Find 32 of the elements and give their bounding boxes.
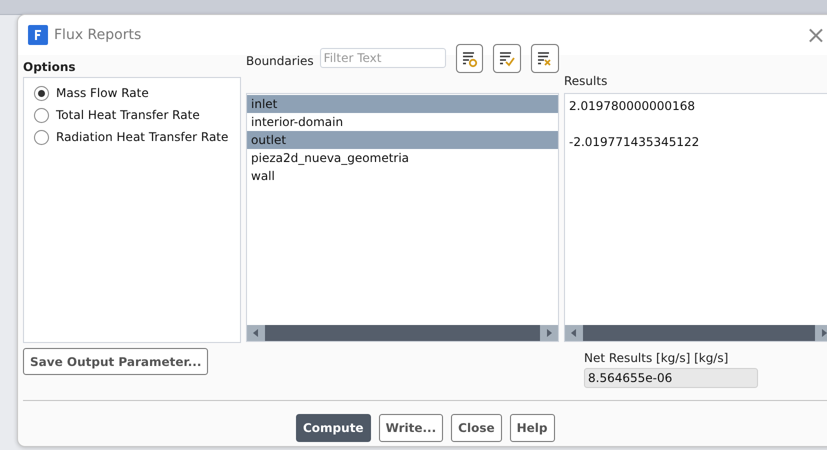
results-label: Results — [564, 73, 608, 89]
radio-button[interactable] — [34, 130, 49, 144]
list-item[interactable]: inlet — [247, 95, 558, 113]
list-item[interactable]: interior-domain — [247, 113, 558, 131]
list-item[interactable]: wall — [247, 167, 558, 185]
dialog-button[interactable]: Close — [451, 414, 502, 442]
select-all-button[interactable] — [493, 44, 522, 73]
dialog-button[interactable]: Write... — [378, 414, 444, 442]
filter-field[interactable]: Filter Text — [320, 48, 446, 68]
options-label: Options — [23, 59, 77, 75]
dialog-button[interactable]: Compute — [296, 414, 371, 442]
result-value: 2.019780000000168 — [568, 98, 696, 115]
boundaries-label: Boundaries — [246, 53, 314, 69]
list-item[interactable]: outlet — [247, 131, 558, 149]
select-filter-button[interactable] — [456, 44, 484, 73]
dialog-button[interactable]: Help — [510, 414, 555, 442]
close-button[interactable]: × — [806, 23, 826, 47]
deselect-all-button[interactable] — [531, 44, 560, 73]
list-item[interactable]: pieza2d_nueva_geometria — [247, 149, 558, 167]
radio-button[interactable] — [34, 86, 49, 100]
app-logo-icon — [28, 25, 48, 45]
net-results-field[interactable]: 8.564655e-06 — [584, 368, 758, 388]
net-results-label: Net Results [kg/s] [kg/s] — [584, 350, 730, 366]
radio-button[interactable] — [34, 108, 49, 122]
radio-label: Radiation Heat Transfer Rate — [56, 130, 228, 144]
horizontal-scrollbar[interactable] — [247, 325, 558, 341]
result-value: -2.019771435345122 — [568, 134, 700, 151]
save-output-parameter-button[interactable]: Save Output Parameter... — [23, 348, 208, 375]
horizontal-scrollbar[interactable] — [565, 325, 827, 341]
radio-label: Total Heat Transfer Rate — [56, 108, 200, 122]
radio-label: Mass Flow Rate — [56, 86, 149, 100]
window-title: Flux Reports — [54, 27, 142, 43]
